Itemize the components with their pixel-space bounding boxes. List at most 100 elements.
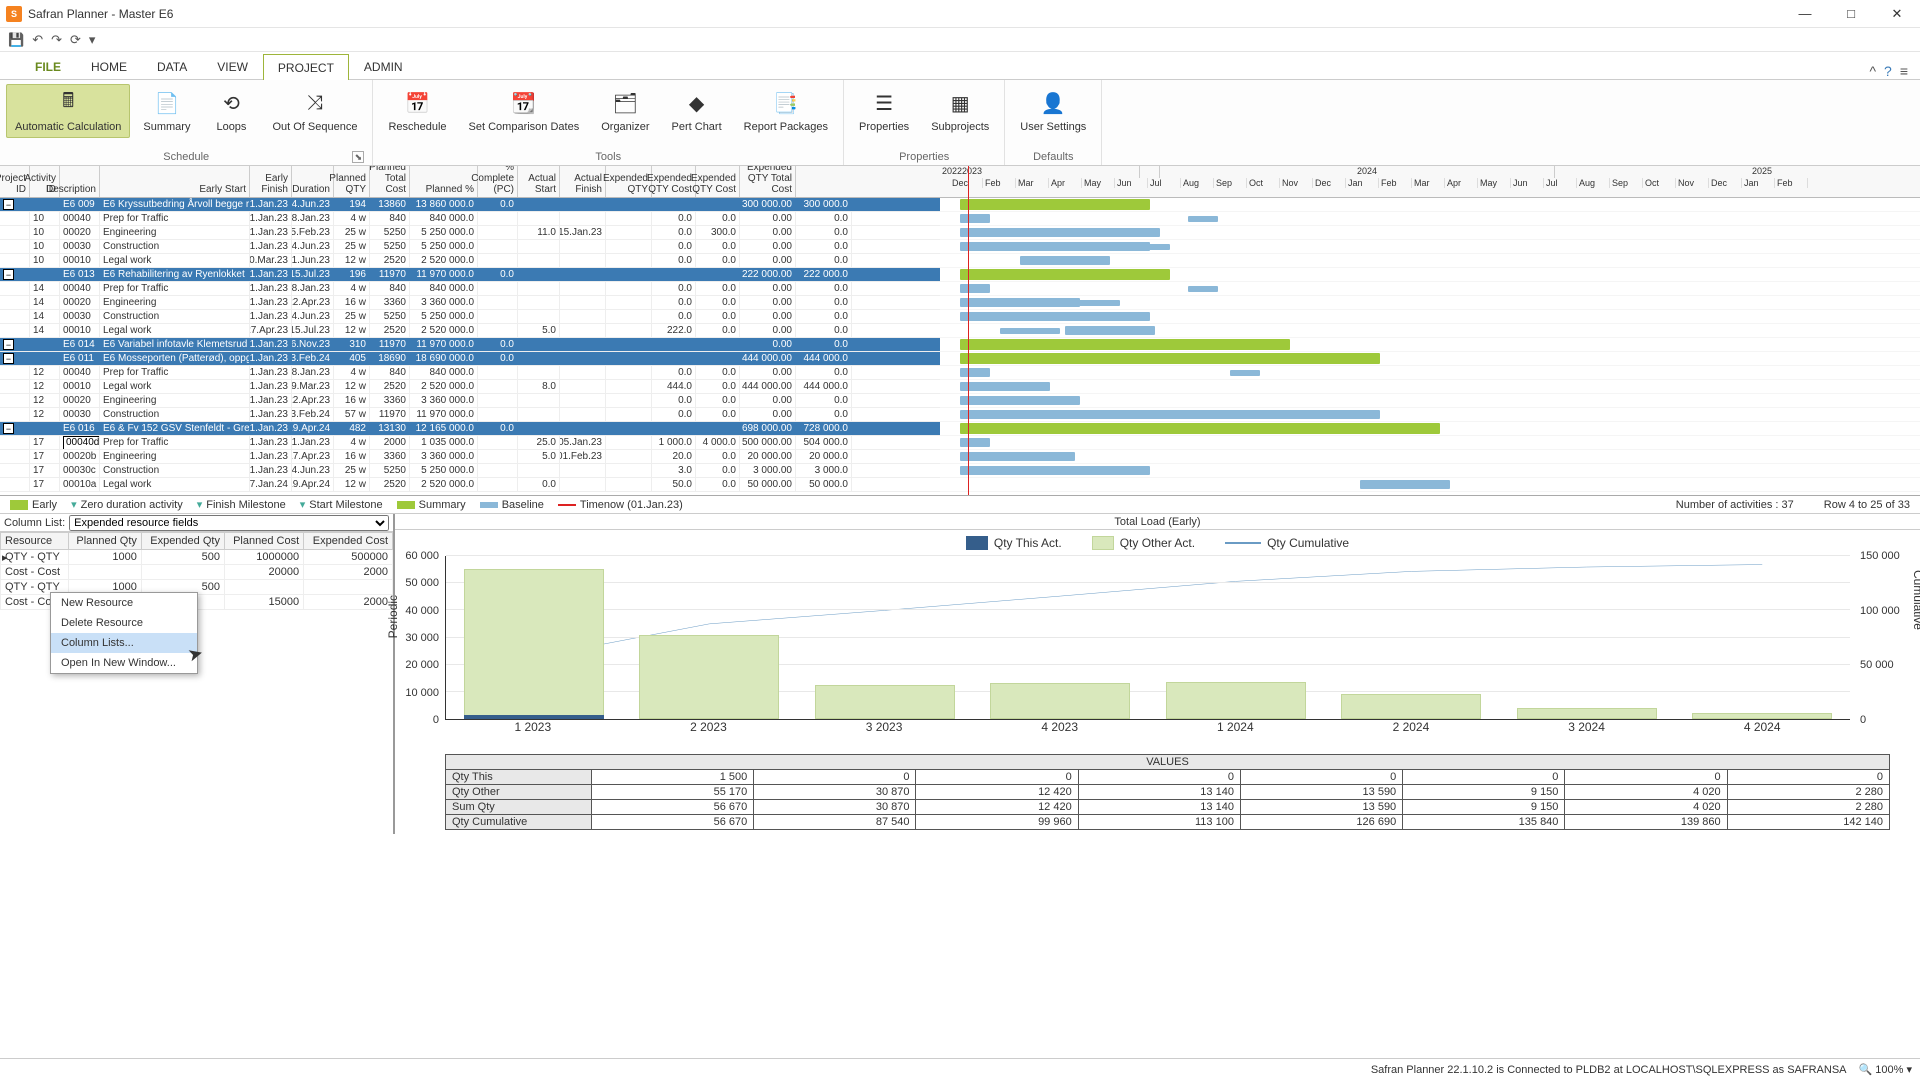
col-header[interactable]: Expended QTY [606, 166, 652, 197]
minimize-button[interactable]: — [1788, 3, 1822, 25]
subprojects-button[interactable]: ▦Subprojects [922, 84, 998, 138]
auto-calc-button[interactable]: 🖩Automatic Calculation [6, 84, 130, 138]
baseline-swatch [480, 502, 498, 508]
res-col-header[interactable]: Expended Qty [141, 533, 224, 550]
res-col-header[interactable]: Planned Qty [68, 533, 141, 550]
ribbon-options-icon[interactable]: ≡ [1900, 63, 1908, 79]
user-settings-button[interactable]: 👤User Settings [1011, 84, 1095, 138]
table-row[interactable]: 1400030Construction01.Jan.2324.Jun.2325 … [0, 310, 940, 324]
table-row[interactable]: 1400040Prep for Traffic01.Jan.2328.Jan.2… [0, 282, 940, 296]
table-row[interactable]: 1400020Engineering01.Jan.2322.Apr.2316 w… [0, 296, 940, 310]
col-header[interactable]: Early Start [100, 166, 250, 197]
bar-other [639, 635, 779, 719]
values-row: Qty Cumulative56 67087 54099 960113 1001… [446, 815, 1890, 830]
qat-dropdown-icon[interactable]: ▾ [89, 32, 96, 48]
tab-project[interactable]: PROJECT [263, 54, 349, 80]
out-of-sequence-button[interactable]: ⤨Out Of Sequence [263, 84, 366, 138]
res-col-header[interactable]: Planned Cost [224, 533, 303, 550]
app-logo-icon: S [6, 6, 22, 22]
tab-home[interactable]: HOME [76, 53, 142, 79]
activity-table[interactable]: Project IDActivity IDDescriptionEarly St… [0, 166, 940, 495]
column-list-selector[interactable]: Column List: Expended resource fields [0, 514, 393, 532]
resource-grid[interactable]: ResourcePlanned QtyExpended QtyPlanned C… [0, 532, 393, 834]
table-row[interactable]: 1700030cConstruction01.Jan.2324.Jun.2325… [0, 464, 940, 478]
table-row[interactable]: 1000030Construction01.Jan.2324.Jun.2325 … [0, 240, 940, 254]
table-row[interactable]: −E6 011E6 Mosseporten (Patterød), oppgra… [0, 352, 940, 366]
col-header[interactable]: Actual Start [518, 166, 560, 197]
loops-icon: ⟲ [217, 89, 245, 117]
refresh-icon[interactable]: ⟳ [70, 32, 81, 48]
summary-button[interactable]: 📄Summary [134, 84, 199, 138]
schedule-dialog-launcher[interactable]: ⬊ [352, 151, 364, 163]
properties-button[interactable]: ☰Properties [850, 84, 918, 138]
col-header[interactable]: Planned Total Cost [370, 166, 410, 197]
gantt-row [940, 296, 1920, 310]
context-menu[interactable]: New Resource Delete Resource Column List… [50, 592, 198, 674]
table-row[interactable]: 1200040Prep for Traffic01.Jan.2328.Jan.2… [0, 366, 940, 380]
comparison-dates-button[interactable]: 📆Set Comparison Dates [460, 84, 589, 138]
save-icon[interactable]: 💾 [8, 32, 24, 48]
tab-file[interactable]: FILE [20, 53, 76, 79]
col-header[interactable]: Early Finish [250, 166, 292, 197]
table-row[interactable]: −E6 013E6 Rehabilitering av Ryenlokket01… [0, 268, 940, 282]
res-col-header[interactable]: Expended Cost [304, 533, 393, 550]
chart-panel: Total Load (Early) Qty This Act. Qty Oth… [395, 514, 1920, 834]
pert-icon: ◆ [683, 89, 711, 117]
resource-row[interactable]: Cost - Cost200002000 [1, 565, 393, 580]
col-header[interactable]: Planned % [410, 166, 478, 197]
col-header[interactable]: Description [60, 166, 100, 197]
reschedule-button[interactable]: 📅Reschedule [379, 84, 455, 138]
table-row[interactable]: 1200030Construction01.Jan.2303.Feb.2457 … [0, 408, 940, 422]
col-header[interactable]: Expended QTY Cost [696, 166, 740, 197]
table-row[interactable]: 1000020Engineering01.Jan.2305.Feb.2325 w… [0, 226, 940, 240]
help-icon[interactable]: ? [1884, 63, 1892, 79]
column-list-dropdown[interactable]: Expended resource fields [69, 515, 389, 531]
gantt-row [940, 212, 1920, 226]
table-row[interactable]: −E6 009E6 Kryssutbedring Årvoll begge re… [0, 198, 940, 212]
report-packages-button[interactable]: 📑Report Packages [735, 84, 837, 138]
maximize-button[interactable]: □ [1834, 3, 1868, 25]
pert-chart-button[interactable]: ◆Pert Chart [663, 84, 731, 138]
gantt-row [940, 268, 1920, 282]
table-row[interactable]: 1700020bEngineering01.Jan.2317.Apr.2316 … [0, 450, 940, 464]
tab-admin[interactable]: ADMIN [349, 53, 418, 79]
menu-open-new-window[interactable]: Open In New Window... [51, 653, 197, 673]
col-header[interactable]: Duration [292, 166, 334, 197]
close-button[interactable]: ✕ [1880, 3, 1914, 25]
table-body[interactable]: −E6 009E6 Kryssutbedring Årvoll begge re… [0, 198, 940, 492]
res-col-header[interactable]: Resource [1, 533, 69, 550]
table-row[interactable]: −E6 016E6 & Fv 152 GSV Stenfeldt - Greve… [0, 422, 940, 436]
gantt-chart[interactable]: 2022202320242025DecFebMarAprMayJunJulAug… [940, 166, 1920, 495]
quick-access-toolbar: 💾 ↶ ↷ ⟳ ▾ [0, 28, 1920, 52]
zoom-indicator[interactable]: 🔍 100% ▾ [1859, 1063, 1912, 1076]
table-row[interactable]: 1700010aLegal work27.Jan.2419.Apr.2412 w… [0, 478, 940, 492]
tab-data[interactable]: DATA [142, 53, 202, 79]
undo-icon[interactable]: ↶ [32, 32, 43, 48]
values-table: VALUES Qty This1 5000000000Qty Other55 1… [445, 754, 1890, 830]
table-row[interactable]: −E6 014E6 Variabel infotavle Klemetsrud … [0, 338, 940, 352]
loops-button[interactable]: ⟲Loops [203, 84, 259, 138]
menu-delete-resource[interactable]: Delete Resource [51, 613, 197, 633]
table-row[interactable]: 1400010Legal work27.Apr.2315.Jul.2312 w2… [0, 324, 940, 338]
organizer-button[interactable]: 🗂Organizer [592, 84, 658, 138]
bar-other [1517, 708, 1657, 719]
menu-new-resource[interactable]: New Resource [51, 593, 197, 613]
redo-icon[interactable]: ↷ [51, 32, 62, 48]
table-row[interactable]: 1200020Engineering01.Jan.2322.Apr.2316 w… [0, 394, 940, 408]
col-header[interactable]: Expended QTY Cost [652, 166, 696, 197]
table-row[interactable]: 1000040Prep for Traffic01.Jan.2328.Jan.2… [0, 212, 940, 226]
resource-row[interactable]: QTY - QTY10005001000000500000 [1, 550, 393, 565]
col-header[interactable]: % Complete (PC) [478, 166, 518, 197]
gantt-body [940, 198, 1920, 492]
table-row[interactable]: 1700040dPrep for Traffic01.Jan.2321.Jan.… [0, 436, 940, 450]
table-row[interactable]: 1000010Legal work10.Mar.2301.Jun.2312 w2… [0, 254, 940, 268]
values-header: VALUES [446, 755, 1890, 770]
table-row[interactable]: 1200010Legal work01.Jan.2319.Mar.2312 w2… [0, 380, 940, 394]
menu-column-lists[interactable]: Column Lists... [51, 633, 197, 653]
col-header[interactable]: Expended QTY Total Cost [740, 166, 796, 197]
col-header[interactable]: Actual Finish [560, 166, 606, 197]
col-header[interactable]: Planned QTY [334, 166, 370, 197]
ribbon-collapse-icon[interactable]: ^ [1869, 63, 1876, 79]
timenow-swatch [558, 504, 576, 506]
tab-view[interactable]: VIEW [202, 53, 263, 79]
